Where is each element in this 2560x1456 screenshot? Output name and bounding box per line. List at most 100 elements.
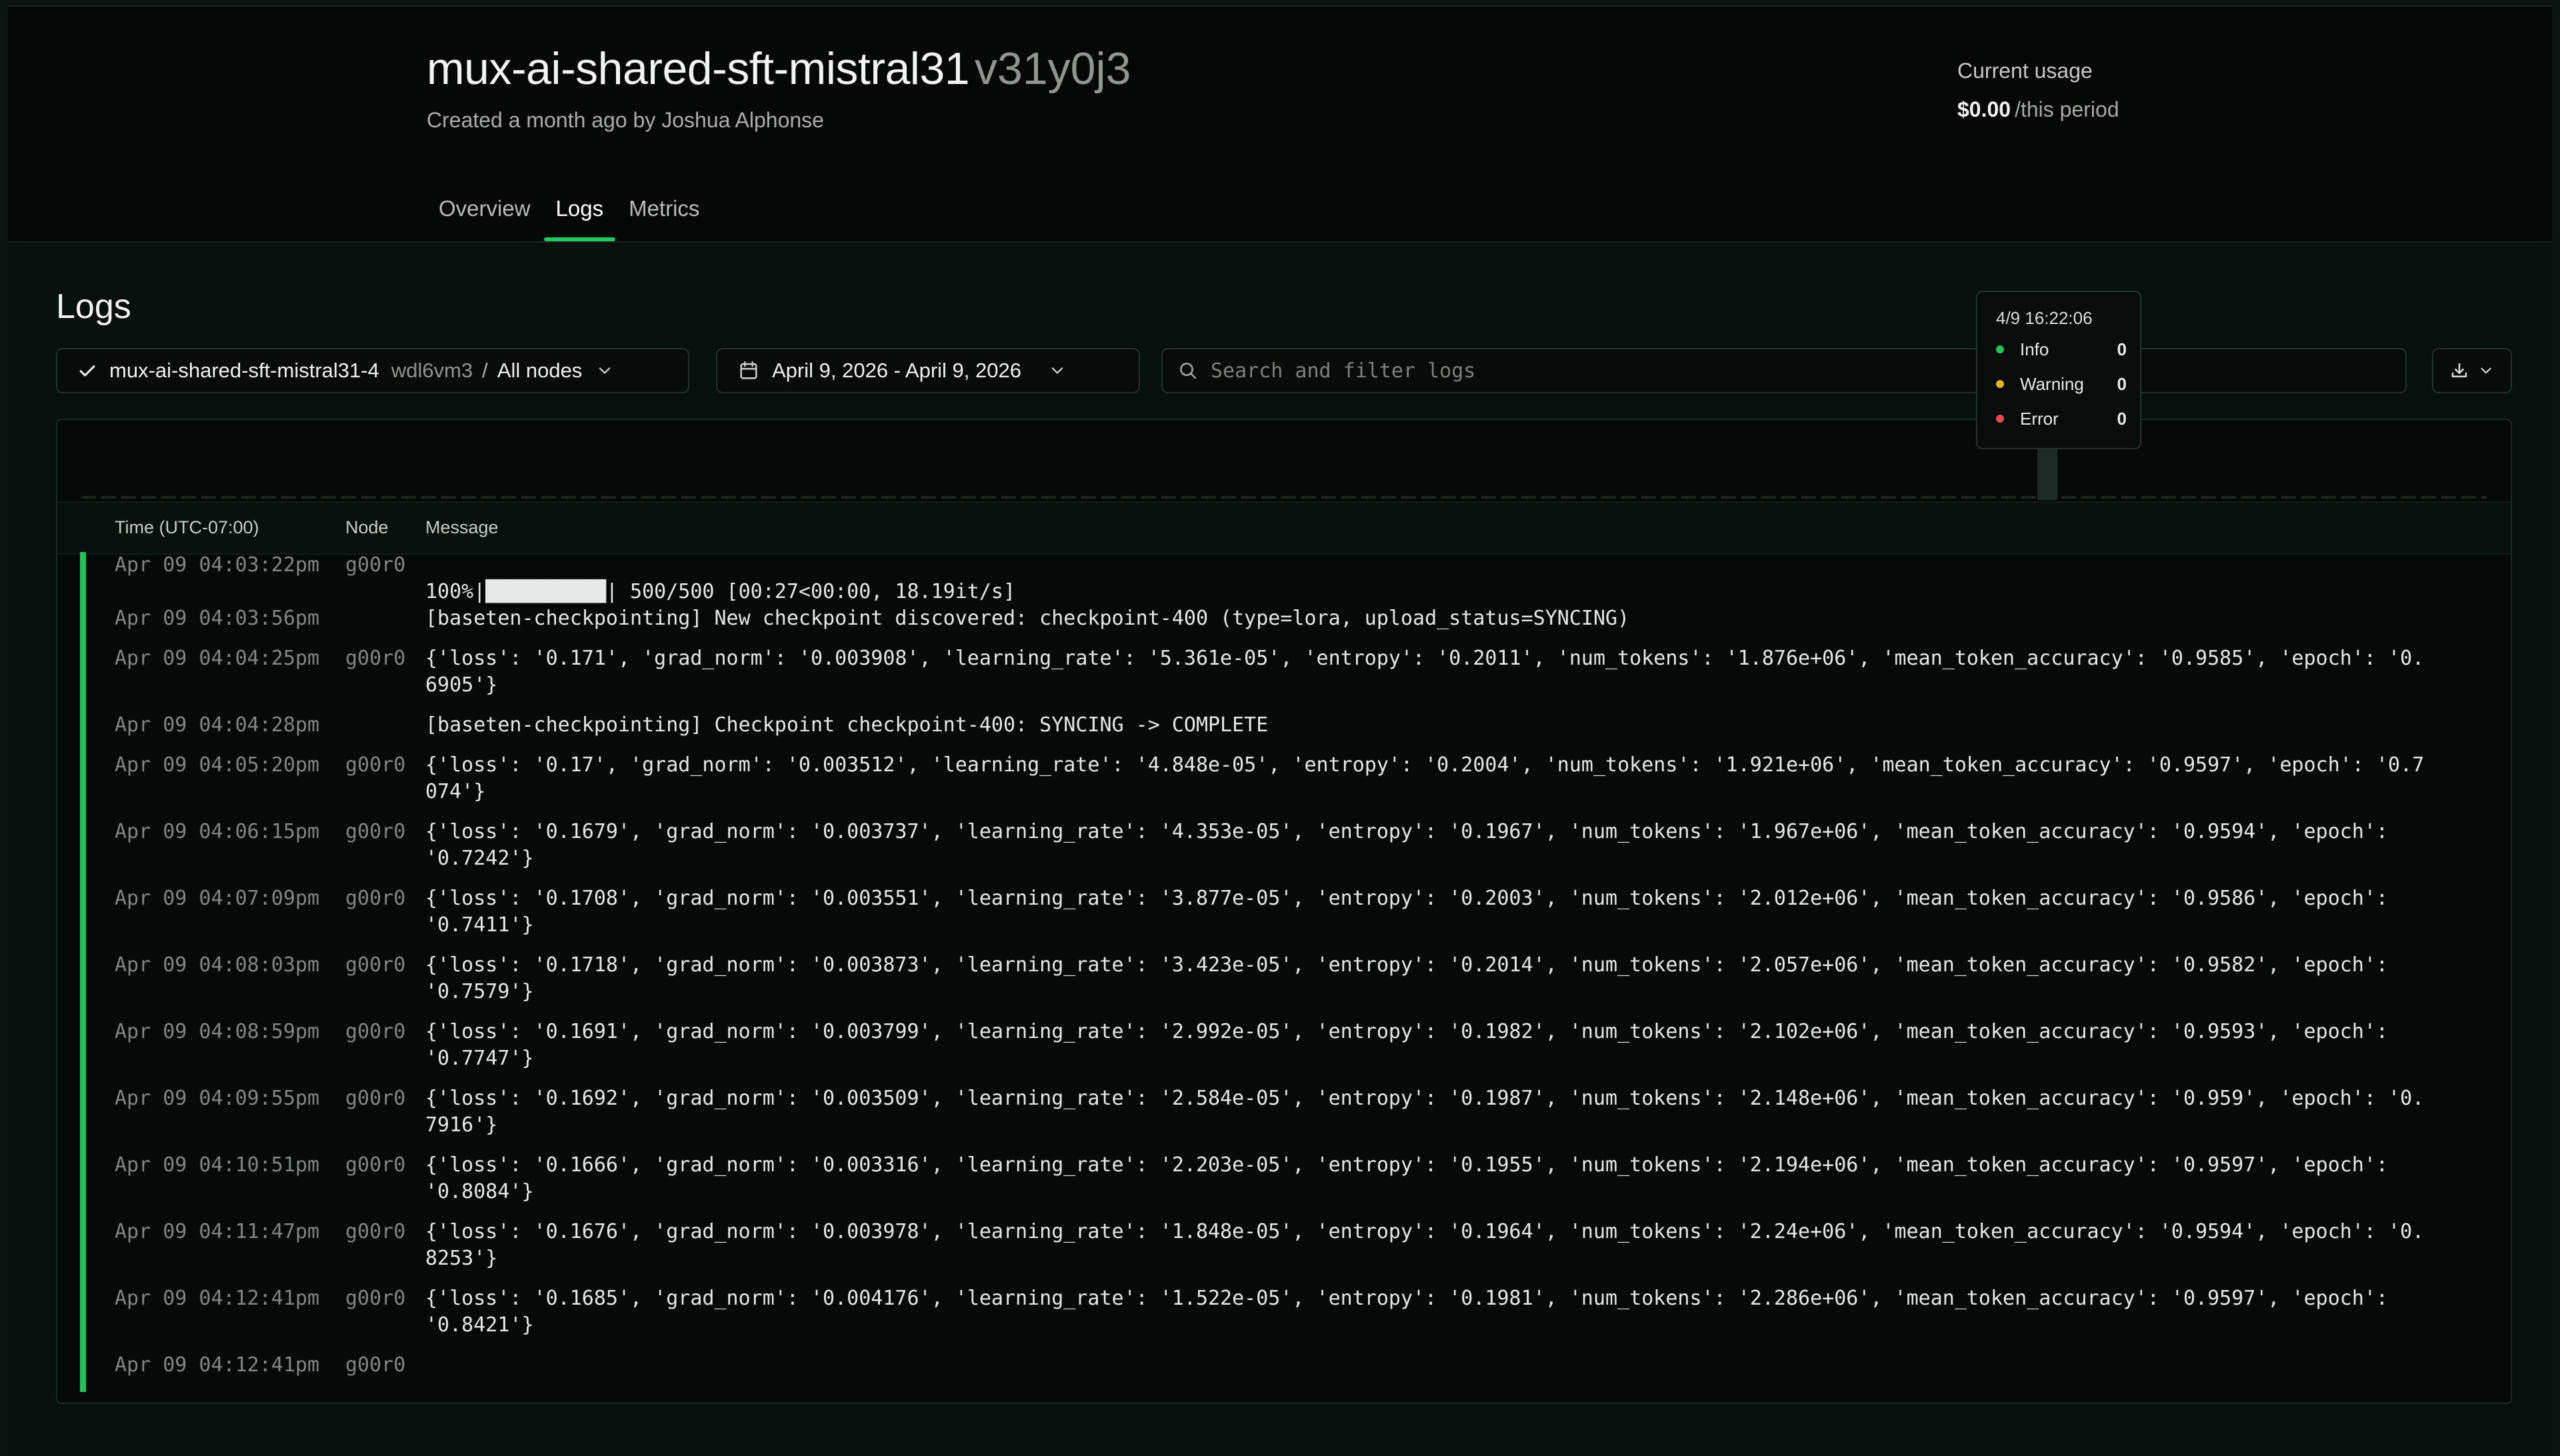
log-level-bar (80, 1352, 86, 1392)
time-column-header: Time (UTC-07:00) (115, 517, 259, 537)
tooltip-label: Warning (2020, 373, 2084, 394)
tooltip-count: 0 (2117, 339, 2127, 359)
chevron-down-icon (1051, 367, 1063, 374)
log-level-bar (80, 1219, 86, 1285)
log-time: Apr 09 04:03:56pm (115, 607, 320, 630)
log-message: [baseten-checkpointing] New checkpoint d… (425, 607, 1630, 630)
info-dot-icon (1996, 345, 2004, 353)
download-menu-button[interactable] (2432, 348, 2512, 393)
log-time: Apr 09 04:10:51pm (115, 1153, 320, 1177)
log-row[interactable]: Apr 09 04:03:22pm g00r0 100%|██████████| … (57, 552, 2511, 605)
log-message: {'loss': '0.1691', 'grad_norm': '0.00379… (425, 1020, 2401, 1070)
log-row[interactable]: Apr 09 04:07:09pm g00r0 {'loss': '0.1708',… (57, 885, 2511, 952)
tab-overview[interactable]: Overview (427, 185, 543, 241)
node-column-header: Node (345, 517, 389, 537)
log-node: g00r0 (345, 1353, 406, 1377)
message-column-header: Message (425, 517, 499, 537)
log-row[interactable]: Apr 09 04:06:15pm g00r0 {'loss': '0.1679',… (57, 819, 2511, 885)
log-node: g00r0 (345, 820, 406, 843)
log-level-bar (80, 1019, 86, 1085)
log-row[interactable]: Apr 09 04:12:41pm g00r0 (57, 1352, 2511, 1392)
deployment-node-selector[interactable]: mux-ai-shared-sft-mistral31-4 wdl6vm3 / … (56, 348, 689, 393)
log-level-bar (80, 819, 86, 885)
usage-label: Current usage (1957, 59, 2093, 83)
log-row[interactable]: Apr 09 04:08:59pm g00r0 {'loss': '0.1691',… (57, 1019, 2511, 1085)
log-time: Apr 09 04:12:41pm (115, 1353, 320, 1377)
date-range-text: April 9, 2026 - April 9, 2026 (772, 359, 1021, 382)
nodes-value: All nodes (497, 359, 583, 382)
tab-metrics[interactable]: Metrics (617, 185, 711, 241)
log-message: {'loss': '0.1676', 'grad_norm': '0.00397… (425, 1220, 2425, 1270)
log-row[interactable]: Apr 09 04:04:25pm g00r0 {'loss': '0.171', … (57, 645, 2511, 712)
log-node: g00r0 (345, 1287, 406, 1310)
log-time: Apr 09 04:07:09pm (115, 887, 320, 910)
log-node: g00r0 (345, 1153, 406, 1177)
tooltip-label: Error (2020, 408, 2059, 429)
deployment-name: mux-ai-shared-sft-mistral31-4 (109, 359, 379, 382)
page-title: mux-ai-shared-sft-mistral31 (427, 43, 970, 94)
log-row[interactable]: Apr 09 04:12:41pm g00r0 {'loss': '0.1685',… (57, 1285, 2511, 1352)
title-row: mux-ai-shared-sft-mistral31 v31y0j3 (427, 43, 1131, 95)
tooltip-count: 0 (2117, 408, 2127, 429)
log-time: Apr 09 04:03:22pm (115, 553, 320, 577)
log-message: 100%|██████████| 500/500 [00:27<00:00, 1… (425, 580, 1016, 603)
log-time: Apr 09 04:04:28pm (115, 713, 320, 737)
log-row[interactable]: Apr 09 04:10:51pm g00r0 {'loss': '0.1666',… (57, 1152, 2511, 1219)
histogram-tooltip: 4/9 16:22:06 Info 0 Warning 0 Error 0 (1976, 291, 2141, 449)
log-time: Apr 09 04:06:15pm (115, 820, 320, 843)
log-time: Apr 09 04:08:59pm (115, 1020, 320, 1043)
tooltip-error-row: Error 0 (1996, 405, 2127, 432)
log-row[interactable]: Apr 09 04:09:55pm g00r0 {'loss': '0.1692',… (57, 1085, 2511, 1152)
log-search[interactable] (1161, 348, 2407, 393)
log-level-bar (80, 1152, 86, 1219)
search-icon (1180, 363, 1196, 379)
log-node: g00r0 (345, 553, 406, 577)
log-level-bar (80, 712, 86, 752)
histogram-baseline (81, 496, 2487, 499)
logs-heading: Logs (56, 287, 131, 326)
log-message: {'loss': '0.1666', 'grad_norm': '0.00331… (425, 1153, 2401, 1203)
log-message: [baseten-checkpointing] Checkpoint check… (425, 713, 1269, 737)
log-level-bar (80, 952, 86, 1019)
log-level-bar (80, 752, 86, 819)
log-time: Apr 09 04:08:03pm (115, 953, 320, 977)
log-message: {'loss': '0.1679', 'grad_norm': '0.00373… (425, 820, 2401, 870)
log-node: g00r0 (345, 887, 406, 910)
log-node: g00r0 (345, 1020, 406, 1043)
separator: / (482, 359, 488, 382)
tab-bar: Overview Logs Metrics (427, 185, 713, 241)
created-by-text: Created a month ago by Joshua Alphonse (427, 108, 824, 132)
log-row[interactable]: Apr 09 04:03:56pm [baseten-checkpointing]… (57, 605, 2511, 645)
check-icon (79, 365, 95, 377)
error-dot-icon (1996, 415, 2004, 423)
app-frame: mux-ai-shared-sft-mistral31 v31y0j3 Creat… (8, 5, 2552, 1456)
log-time: Apr 09 04:11:47pm (115, 1220, 320, 1243)
log-rows: Apr 09 04:03:22pm g00r0 100%|██████████| … (57, 552, 2511, 1392)
log-message: {'loss': '0.1718', 'grad_norm': '0.00387… (425, 953, 2401, 1003)
usage-value: $0.00/this period (1957, 97, 2119, 122)
log-level-bar (80, 552, 86, 605)
log-level-bar (80, 645, 86, 712)
log-node: g00r0 (345, 753, 406, 777)
deployment-hash: wdl6vm3 (391, 359, 473, 382)
chevron-down-icon (599, 367, 611, 374)
tooltip-timestamp: 4/9 16:22:06 (1996, 308, 2093, 328)
log-row[interactable]: Apr 09 04:08:03pm g00r0 {'loss': '0.1718',… (57, 952, 2511, 1019)
tab-logs[interactable]: Logs (543, 185, 616, 241)
log-message: {'loss': '0.1708', 'grad_norm': '0.00355… (425, 887, 2401, 937)
tooltip-warning-row: Warning 0 (1996, 371, 2127, 397)
log-time: Apr 09 04:09:55pm (115, 1087, 320, 1110)
log-row[interactable]: Apr 09 04:04:28pm [baseten-checkpointing]… (57, 712, 2511, 752)
log-volume-histogram[interactable] (57, 420, 2511, 500)
search-input[interactable] (1209, 358, 2345, 383)
logs-panel: Time (UTC-07:00) Node Message Apr 09 04:… (56, 419, 2512, 1404)
log-level-bar (80, 605, 86, 645)
log-row[interactable]: Apr 09 04:05:20pm g00r0 {'loss': '0.17', '… (57, 752, 2511, 819)
log-row[interactable]: Apr 09 04:11:47pm g00r0 {'loss': '0.1676',… (57, 1219, 2511, 1285)
calendar-icon (740, 361, 757, 379)
date-range-picker[interactable]: April 9, 2026 - April 9, 2026 (716, 348, 1140, 393)
log-message: {'loss': '0.1692', 'grad_norm': '0.00350… (425, 1087, 2425, 1137)
tooltip-info-row: Info 0 (1996, 336, 2127, 363)
log-node: g00r0 (345, 647, 406, 670)
log-level-bar (80, 885, 86, 952)
